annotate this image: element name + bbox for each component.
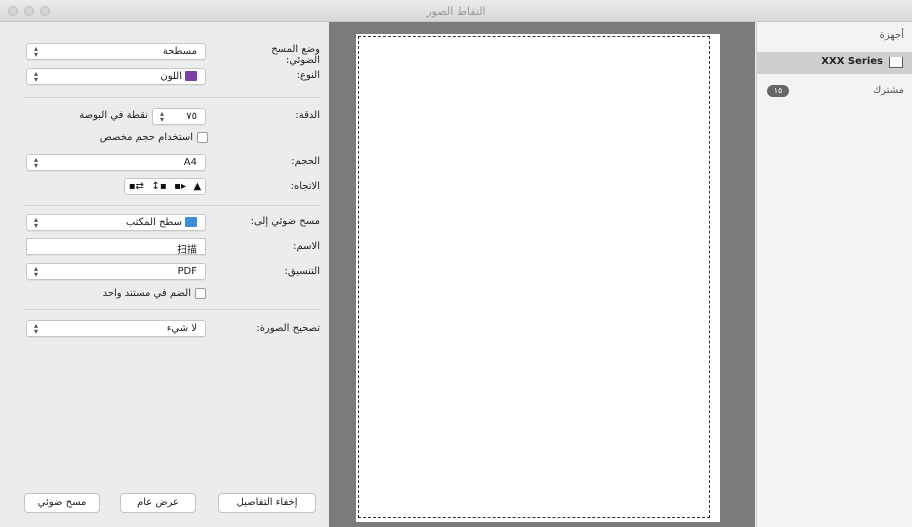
type-value-wrap: اللون [160, 71, 197, 82]
combine-label: الضم في مستند واحد [102, 288, 191, 299]
scan-to-select[interactable]: ▴ ▾ سطح المكتب [26, 214, 206, 231]
portrait-icon[interactable]: ▲ [194, 181, 202, 192]
scan-selection-frame[interactable] [358, 36, 710, 518]
scan-options-panel: وضع المسح الضوئي: ▴ ▾ مسطحة النوع: ▴ ▾ الل… [0, 22, 328, 527]
size-value: A4 [183, 157, 197, 168]
image-correction-select[interactable]: ▴ ▾ لا شيء [26, 320, 206, 337]
title-bar: التقاط الصور [0, 0, 912, 22]
stepper-icon: ▴ ▾ [33, 155, 38, 170]
scan-button[interactable]: مسح ضوئي [24, 493, 100, 513]
image-correction-value: لا شيء [166, 323, 197, 334]
divider [24, 309, 320, 310]
stepper-icon: ▴ ▾ [33, 321, 38, 336]
name-label: الاسم: [293, 241, 320, 252]
name-field[interactable]: 扫描 [26, 238, 206, 256]
rotate-left-icon[interactable]: ▪⇄ [129, 181, 144, 192]
combine-checkbox[interactable]: الضم في مستند واحد [103, 288, 206, 299]
custom-size-checkbox[interactable]: استخدام حجم مخصص [100, 132, 208, 143]
format-label: التنسيق: [284, 266, 320, 277]
scan-mode-label: وضع المسح الضوئي: [271, 44, 320, 66]
folder-icon [185, 217, 197, 227]
shared-section-title: مشترك [872, 85, 904, 96]
scan-mode-select[interactable]: ▴ ▾ مسطحة [26, 43, 206, 60]
format-select[interactable]: ▴ ▾ PDF [26, 263, 206, 280]
stepper-icon: ▴ ▾ [33, 44, 38, 59]
divider [24, 205, 320, 206]
scan-to-value: سطح المكتب [125, 217, 182, 228]
color-mode-icon [185, 71, 197, 81]
window-title: التقاط الصور [426, 5, 486, 18]
resolution-value: ٧٥ [186, 111, 197, 122]
stepper-icon: ▴ ▾ [33, 264, 38, 279]
scan-to-label: مسح ضوئي إلى: [250, 216, 320, 227]
hide-details-button[interactable]: إخفاء التفاصيل [218, 493, 316, 513]
image-correction-label: تصحيح الصورة: [256, 323, 320, 334]
name-value: 扫描 [177, 245, 197, 256]
type-value: اللون [160, 71, 182, 82]
size-select[interactable]: ▴ ▾ A4 [26, 154, 206, 171]
type-select[interactable]: ▴ ▾ اللون [26, 68, 206, 85]
checkbox-icon [197, 132, 208, 143]
type-label: النوع: [296, 70, 320, 81]
devices-section-title: أجهزة [879, 30, 904, 41]
orientation-label: الاتجاه: [290, 181, 320, 192]
size-label: الحجم: [291, 156, 320, 167]
checkbox-icon [195, 288, 206, 299]
orientation-control[interactable]: ▪⇄ ↕▪ ▪▸ ▲ [124, 178, 206, 195]
scan-to-value-wrap: سطح المكتب [126, 217, 197, 228]
scan-mode-value: مسطحة [162, 46, 197, 57]
format-value: PDF [177, 266, 197, 277]
resolution-unit: نقطة في البوصة [79, 110, 148, 121]
resolution-select[interactable]: ▴ ▾ ٧٥ [152, 108, 206, 125]
device-name: XXX Series [821, 56, 883, 67]
divider [24, 97, 320, 98]
flip-icon[interactable]: ↕▪ [151, 181, 166, 192]
resolution-label: الدقة: [295, 110, 320, 121]
stepper-icon: ▴ ▾ [159, 109, 164, 124]
scanner-icon [889, 57, 903, 68]
shared-count-badge[interactable]: ١٥ [767, 85, 789, 97]
rotate-right-icon[interactable]: ▪▸ [174, 181, 186, 192]
custom-size-label: استخدام حجم مخصص [99, 132, 193, 143]
device-item[interactable]: XXX Series [757, 52, 912, 74]
stepper-icon: ▴ ▾ [33, 69, 38, 84]
stepper-icon: ▴ ▾ [33, 215, 38, 230]
overview-button[interactable]: عرض عام [120, 493, 196, 513]
devices-sidebar: أجهزة XXX Series مشترك ١٥ [756, 22, 912, 527]
